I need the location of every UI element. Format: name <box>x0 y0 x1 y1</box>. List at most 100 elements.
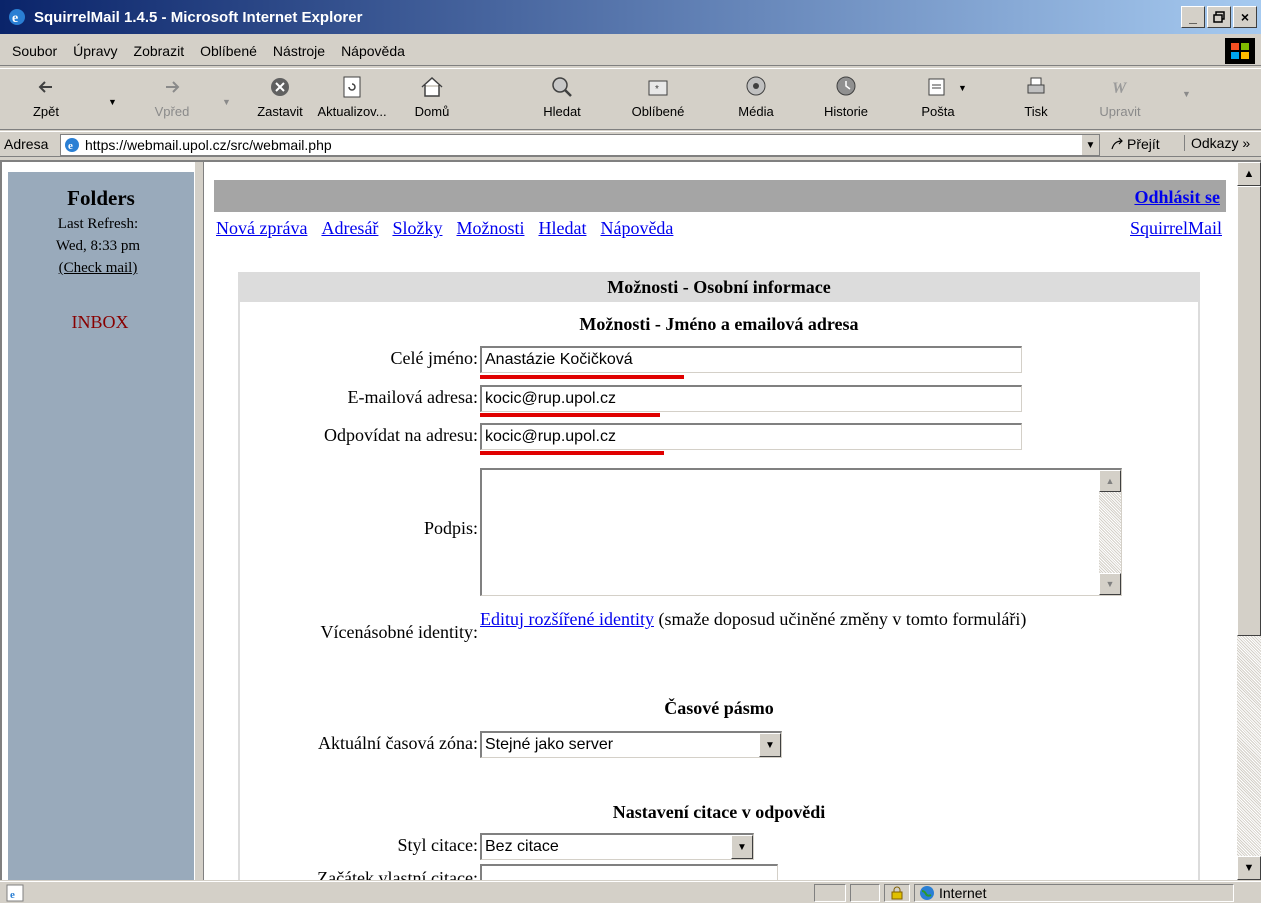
back-arrow-icon <box>38 81 52 93</box>
go-label: Přejít <box>1127 136 1160 152</box>
minimize-button[interactable]: _ <box>1181 6 1205 28</box>
printer-icon <box>1027 77 1045 94</box>
home-icon <box>421 76 443 97</box>
chevron-down-icon[interactable]: ▼ <box>731 835 753 859</box>
citation-style-value: Bez citace <box>485 838 559 855</box>
address-label: Adresa <box>4 136 49 152</box>
title-bar: e SquirrelMail 1.4.5 - Microsoft Interne… <box>0 0 1261 34</box>
nav-addresses[interactable]: Adresář <box>321 218 378 239</box>
multi-identities-label: Vícenásobné identity: <box>320 622 478 642</box>
logout-link[interactable]: Odhlásit se <box>1134 187 1220 208</box>
favorites-button[interactable]: * Oblíbené <box>622 73 694 129</box>
reply-to-label: Odpovídat na adresu: <box>324 425 478 445</box>
forward-button[interactable]: Vpřed <box>136 73 208 129</box>
restore-icon <box>1213 11 1225 23</box>
links-label: Odkazy <box>1191 135 1239 151</box>
close-button[interactable]: × <box>1233 6 1257 28</box>
menu-edit[interactable]: Úpravy <box>65 43 125 59</box>
address-dropdown-icon[interactable]: ▼ <box>1081 135 1099 155</box>
status-bar: e Internet <box>0 881 1261 903</box>
menu-help[interactable]: Nápověda <box>333 43 413 59</box>
scroll-down-icon[interactable]: ▼ <box>1237 856 1261 880</box>
signature-scrollbar[interactable]: ▲ ▼ <box>1099 470 1121 595</box>
home-button[interactable]: Domů <box>396 73 468 129</box>
media-button[interactable]: Média <box>720 73 792 129</box>
history-button[interactable]: Historie <box>810 73 882 129</box>
page-ie-icon: e <box>65 138 79 152</box>
custom-citation-start-label: Začátek vlastní citace: <box>317 868 478 880</box>
favorites-label: Oblíbené <box>631 104 685 119</box>
folders-title: Folders <box>67 186 135 210</box>
forward-arrow-icon <box>166 81 180 93</box>
scroll-thumb[interactable] <box>1237 186 1261 636</box>
media-label: Média <box>738 104 774 119</box>
search-label: Hledat <box>543 104 581 119</box>
squirrelmail-link[interactable]: SquirrelMail <box>1130 218 1222 239</box>
stop-button[interactable]: Zastavit <box>244 73 316 129</box>
maximize-button[interactable] <box>1207 6 1231 28</box>
email-label: E-mailová adresa: <box>347 387 478 407</box>
content-frame: Folders Last Refresh: Wed, 8:33 pm (Chec… <box>0 160 1261 880</box>
nav-help[interactable]: Nápověda <box>600 218 673 239</box>
page-scrollbar[interactable]: ▲ ▼ <box>1237 162 1261 880</box>
nav-folders[interactable]: Složky <box>392 218 442 239</box>
window-controls: _ × <box>1181 6 1257 28</box>
links-button[interactable]: Odkazy » <box>1184 135 1250 151</box>
edit-button[interactable]: W Upravit <box>1084 73 1156 129</box>
refresh-button[interactable]: Aktualizov... <box>316 73 388 129</box>
search-button[interactable]: Hledat <box>526 73 598 129</box>
refresh-icon <box>343 76 361 98</box>
mail-dropdown-icon[interactable]: ▼ <box>958 83 967 93</box>
citation-style-label: Styl citace: <box>397 835 478 855</box>
section-name-email: Možnosti - Jméno a emailová adresa <box>579 314 859 334</box>
status-text <box>10 884 810 902</box>
edit-identities-link[interactable]: Edituj rozšířené identity <box>480 609 654 629</box>
folder-inbox[interactable]: INBOX <box>8 312 192 333</box>
refresh-label: Aktualizov... <box>317 104 387 119</box>
ie-app-icon[interactable]: e <box>6 6 28 28</box>
email-input[interactable]: kocic@rup.upol.cz <box>480 385 1022 412</box>
svg-text:*: * <box>655 84 659 95</box>
citation-style-select[interactable]: Bez citace ▼ <box>480 833 754 860</box>
nav-options[interactable]: Možnosti <box>456 218 524 239</box>
status-cell <box>814 884 846 902</box>
forward-dropdown-icon[interactable]: ▼ <box>222 97 231 107</box>
stop-label: Zastavit <box>257 104 303 119</box>
print-button[interactable]: Tisk <box>1000 73 1072 129</box>
edit-label: Upravit <box>1099 104 1141 119</box>
toolbar: Zpět ▼ Vpřed ▼ Zastavit Aktualizov... Do… <box>0 68 1261 130</box>
address-bar: Adresa e https://webmail.upol.cz/src/web… <box>0 131 1261 157</box>
go-button[interactable]: Přejít <box>1110 136 1160 152</box>
menu-file[interactable]: Soubor <box>0 43 65 59</box>
nav-links: Nová zpráva Adresář Složky Možnosti Hled… <box>216 218 673 239</box>
scroll-up-icon[interactable]: ▲ <box>1099 470 1121 492</box>
svg-text:e: e <box>68 140 73 152</box>
custom-citation-start-input[interactable] <box>480 864 778 880</box>
back-button[interactable]: Zpět <box>10 73 82 129</box>
menu-tools[interactable]: Nástroje <box>265 43 333 59</box>
mail-button[interactable]: Pošta <box>902 73 974 129</box>
full-name-input[interactable]: Anastázie Kočičková <box>480 346 1022 373</box>
signature-textarea[interactable]: ▲ ▼ <box>480 468 1122 596</box>
timezone-select[interactable]: Stejné jako server ▼ <box>480 731 782 758</box>
main-frame: Odhlásit se Nová zpráva Adresář Složky M… <box>204 162 1234 880</box>
favorites-folder-icon: * <box>648 80 668 96</box>
chevron-down-icon[interactable]: ▼ <box>759 733 781 757</box>
signature-label: Podpis: <box>423 518 478 538</box>
reply-to-input[interactable]: kocic@rup.upol.cz <box>480 423 1022 450</box>
check-mail-link[interactable]: (Check mail) <box>8 260 188 277</box>
nav-search[interactable]: Hledat <box>538 218 586 239</box>
scroll-down-icon[interactable]: ▼ <box>1099 573 1121 595</box>
svg-text:e: e <box>12 11 18 26</box>
options-header: Možnosti - Osobní informace <box>240 272 1198 302</box>
menu-favorites[interactable]: Oblíbené <box>192 43 265 59</box>
back-dropdown-icon[interactable]: ▼ <box>108 97 117 107</box>
timezone-value: Stejné jako server <box>485 736 614 753</box>
options-box: Možnosti - Osobní informace Možnosti - J… <box>238 272 1200 880</box>
frame-divider[interactable] <box>194 162 204 880</box>
scroll-up-icon[interactable]: ▲ <box>1237 162 1261 186</box>
menu-view[interactable]: Zobrazit <box>126 43 193 59</box>
edit-dropdown-icon[interactable]: ▼ <box>1182 89 1191 99</box>
nav-compose[interactable]: Nová zpráva <box>216 218 307 239</box>
address-input[interactable]: e https://webmail.upol.cz/src/webmail.ph… <box>60 134 1100 156</box>
